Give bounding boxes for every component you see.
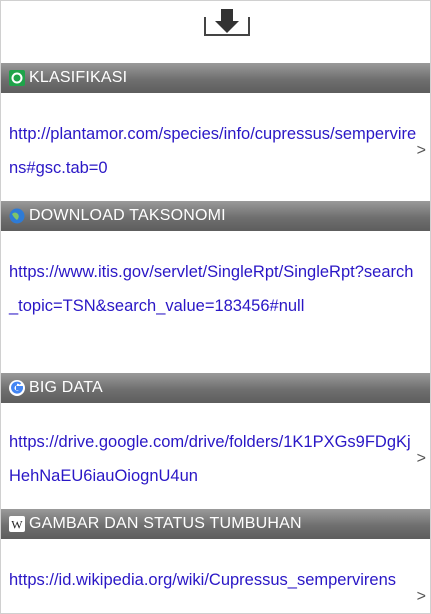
section-header-download-taksonomi: DOWNLOAD TAKSONOMI: [1, 201, 430, 231]
chevron-right-icon: >: [416, 142, 426, 159]
section-title: DOWNLOAD TAKSONOMI: [29, 207, 226, 224]
chevron-right-icon: >: [416, 450, 426, 467]
section-header-gambar-dan-status: W GAMBAR DAN STATUS TUMBUHAN: [1, 509, 430, 539]
classification-icon: [9, 70, 25, 86]
link-item-gambar-dan-status[interactable]: https://id.wikipedia.org/wiki/Cupressus_…: [1, 563, 430, 613]
link-url[interactable]: https://www.itis.gov/servlet/SingleRpt/S…: [1, 255, 417, 323]
link-url[interactable]: http://plantamor.com/species/info/cupres…: [1, 117, 417, 185]
google-icon: [9, 380, 25, 396]
wikipedia-icon: W: [9, 516, 25, 532]
screen: KLASIFIKASI http://plantamor.com/species…: [0, 0, 431, 614]
section-header-big-data: BIG DATA: [1, 373, 430, 403]
section-title: GAMBAR DAN STATUS TUMBUHAN: [29, 515, 302, 532]
link-item-klasifikasi[interactable]: http://plantamor.com/species/info/cupres…: [1, 117, 430, 193]
link-item-download-taksonomi[interactable]: https://www.itis.gov/servlet/SingleRpt/S…: [1, 255, 430, 365]
chevron-right-icon: >: [416, 588, 426, 605]
link-url[interactable]: https://drive.google.com/drive/folders/1…: [1, 425, 417, 493]
globe-icon: [9, 208, 25, 224]
link-url[interactable]: https://id.wikipedia.org/wiki/Cupressus_…: [1, 563, 417, 597]
download-icon[interactable]: [201, 7, 253, 41]
section-title: BIG DATA: [29, 379, 103, 396]
section-header-klasifikasi: KLASIFIKASI: [1, 63, 430, 93]
svg-text:W: W: [11, 518, 23, 532]
section-title: KLASIFIKASI: [29, 69, 128, 86]
link-item-big-data[interactable]: https://drive.google.com/drive/folders/1…: [1, 425, 430, 501]
